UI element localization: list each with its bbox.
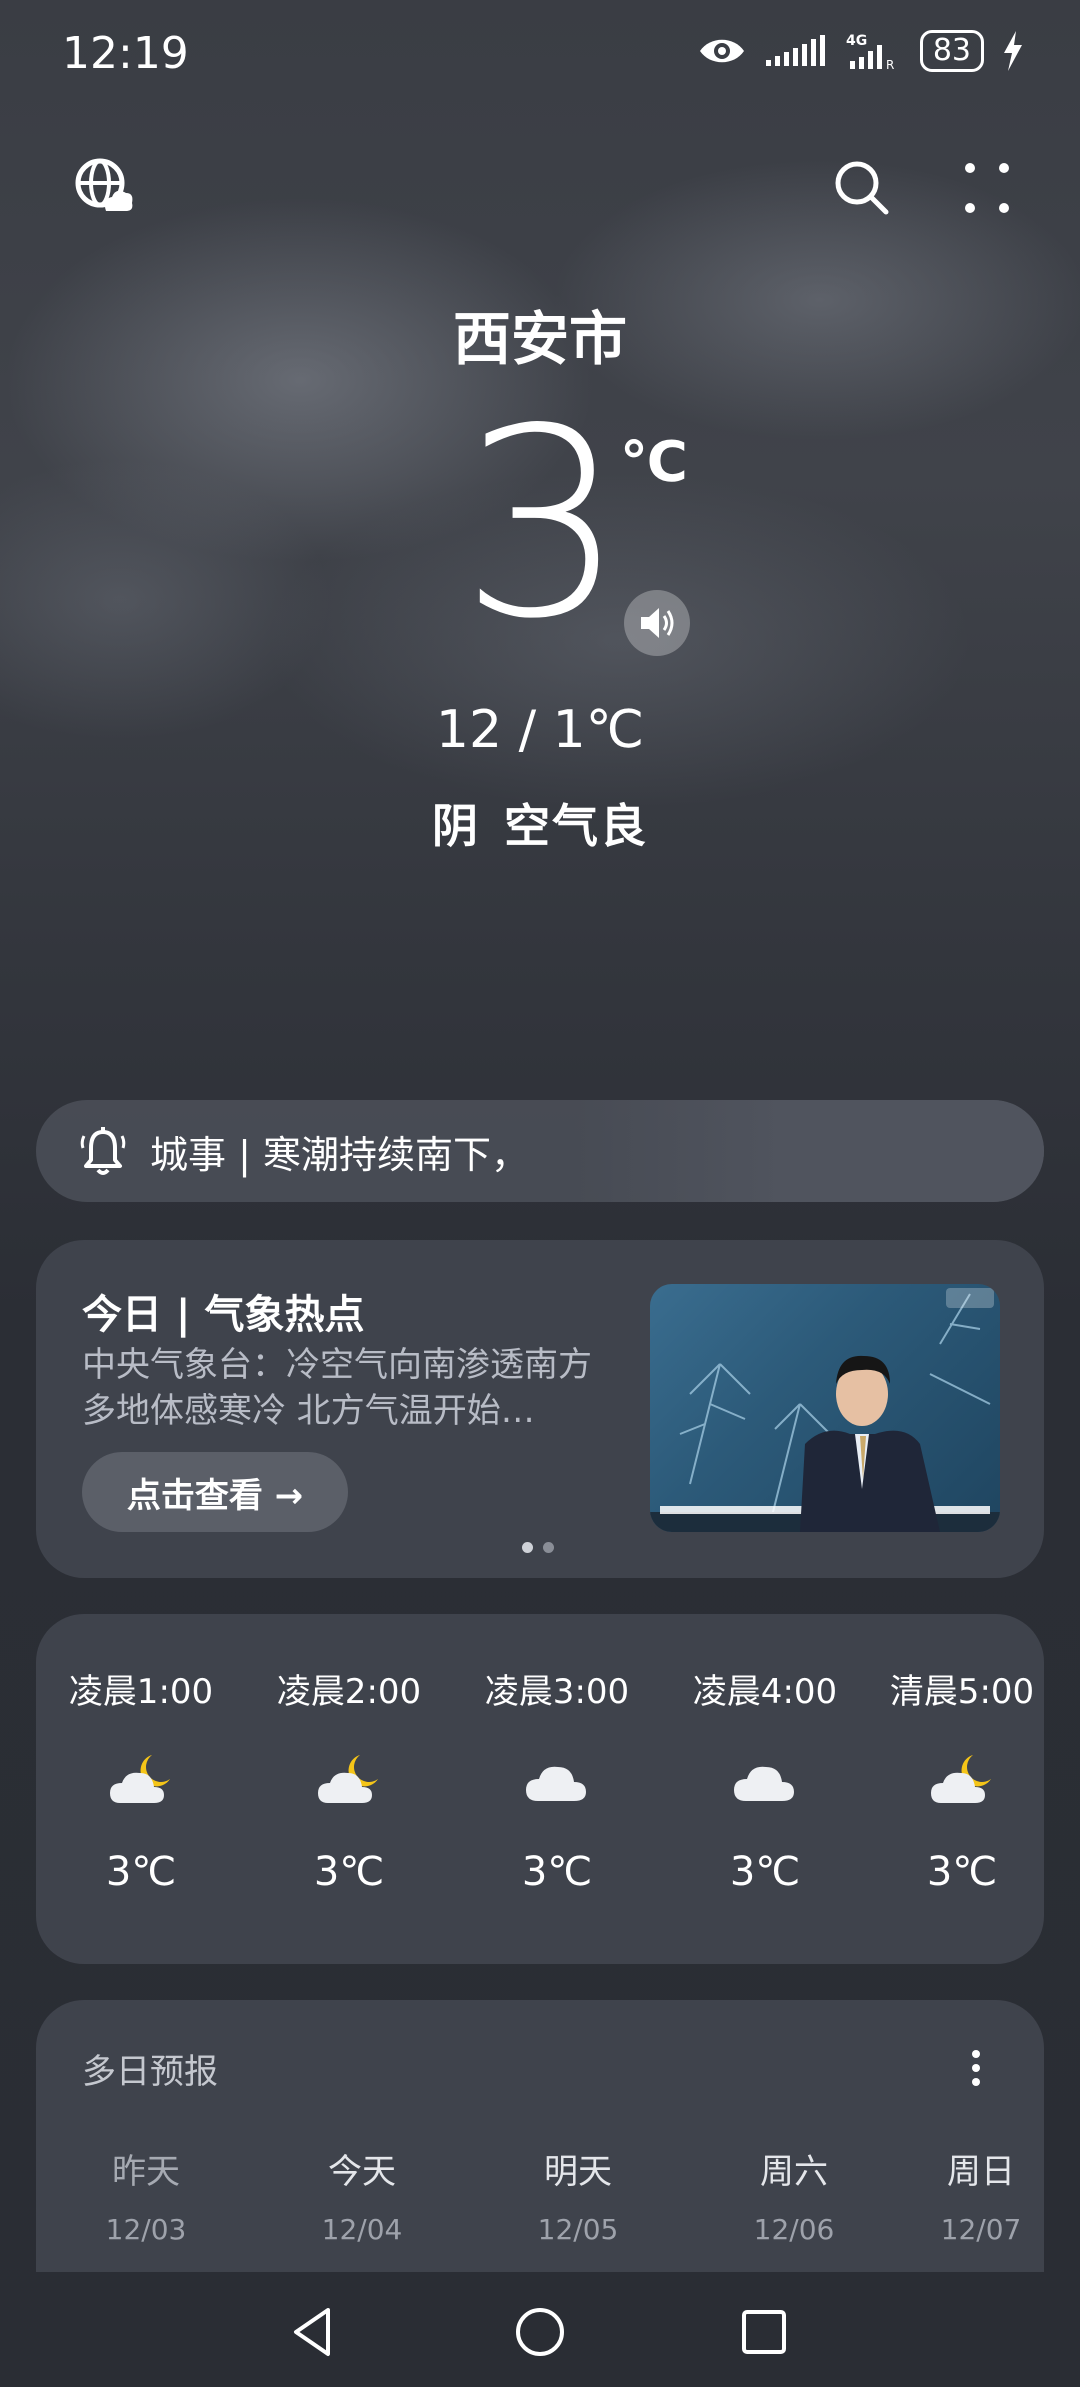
daily-item[interactable]: 今天 12/04 xyxy=(272,2144,452,2246)
back-icon[interactable] xyxy=(284,2302,344,2362)
day-date: 12/07 xyxy=(940,2213,1022,2246)
daily-item[interactable]: 明天 12/05 xyxy=(488,2144,668,2246)
hour-time: 凌晨1:00 xyxy=(68,1672,214,1712)
hourly-forecast-card[interactable]: 凌晨1:00 3℃ 凌晨2:00 3℃ 凌晨3:00 3℃ 凌晨4:00 3℃ … xyxy=(36,1614,1044,1964)
day-name: 周六 xyxy=(760,2152,828,2192)
hour-temp: 3℃ xyxy=(521,1849,593,1895)
bell-icon xyxy=(80,1127,126,1175)
status-icons: 4G R 83 xyxy=(698,30,1024,72)
moon-cloud-icon xyxy=(110,1755,170,1803)
hourly-item[interactable]: 凌晨1:00 3℃ xyxy=(46,1664,236,1895)
hour-time: 凌晨4:00 xyxy=(692,1672,838,1712)
charging-bolt-icon xyxy=(1004,31,1022,71)
moon-cloud-icon xyxy=(931,1755,991,1803)
carousel-dot xyxy=(543,1542,554,1553)
carousel-dot-active xyxy=(522,1542,533,1553)
news-description: 中央气象台：冷空气向南渗透南方多地体感寒冷 北方气温开始… xyxy=(82,1345,592,1431)
day-name: 周日 xyxy=(947,2152,1015,2192)
hourly-item[interactable]: 凌晨2:00 3℃ xyxy=(254,1664,444,1895)
current-temperature: 3 xyxy=(460,374,626,676)
hour-temp: 3℃ xyxy=(729,1849,801,1895)
day-date: 12/06 xyxy=(753,2213,835,2246)
hourly-item[interactable]: 清晨5:00 3℃ xyxy=(872,1664,1044,1895)
hour-time: 清晨5:00 xyxy=(889,1672,1035,1712)
speaker-icon xyxy=(641,608,674,638)
temperature-unit: ℃ xyxy=(620,430,688,495)
weather-news-card[interactable]: 今日 | 气象热点 中央气象台：冷空气向南渗透南方多地体感寒冷 北方气温开始… … xyxy=(36,1240,1044,1578)
news-anchor-thumbnail[interactable] xyxy=(650,1284,1000,1532)
status-time: 12:19 xyxy=(62,28,189,79)
day-name: 昨天 xyxy=(112,2152,180,2192)
daily-forecast-title: 多日预报 xyxy=(82,2052,218,2092)
daily-item[interactable]: 周日 12/07 xyxy=(906,2144,1044,2246)
cloud-icon xyxy=(526,1766,586,1801)
more-menu-icon[interactable] xyxy=(962,160,1012,216)
day-date: 12/03 xyxy=(105,2213,187,2246)
city-alert-bar[interactable]: 城事 | 寒潮持续南下， xyxy=(36,1100,1044,1202)
hour-temp: 3℃ xyxy=(926,1849,998,1895)
battery-indicator: 83 xyxy=(919,30,984,72)
system-navigation-bar xyxy=(0,2272,1080,2387)
eye-icon xyxy=(699,39,744,63)
news-video-image xyxy=(650,1288,1000,1532)
cloud-icon xyxy=(734,1766,794,1801)
day-name: 今天 xyxy=(328,2152,396,2192)
air-quality-text: 空气良 xyxy=(504,799,648,853)
hourly-item[interactable]: 凌晨4:00 3℃ xyxy=(670,1664,860,1895)
recents-icon[interactable] xyxy=(734,2302,794,2362)
hour-time: 凌晨2:00 xyxy=(276,1672,422,1712)
hour-temp: 3℃ xyxy=(313,1849,385,1895)
city-name[interactable]: 西安市 xyxy=(0,292,1080,376)
daily-item[interactable]: 周六 12/06 xyxy=(704,2144,884,2246)
moon-cloud-icon xyxy=(318,1755,378,1803)
condition-text: 阴 xyxy=(432,799,480,853)
search-icon[interactable] xyxy=(832,158,890,216)
vertical-more-icon[interactable] xyxy=(968,2048,984,2088)
voice-broadcast-button[interactable] xyxy=(624,590,690,656)
signal-icon xyxy=(765,35,825,66)
hour-temp: 3℃ xyxy=(105,1849,177,1895)
news-title: 今日 | 气象热点 xyxy=(82,1292,365,1338)
svg-text:R: R xyxy=(886,58,894,71)
day-date: 12/04 xyxy=(321,2213,403,2246)
globe-cloud-icon[interactable] xyxy=(72,155,134,217)
home-icon[interactable] xyxy=(510,2302,570,2362)
status-bar: 12:19 4G R 83 xyxy=(0,0,1080,110)
day-name: 明天 xyxy=(544,2152,612,2192)
day-date: 12/05 xyxy=(537,2213,619,2246)
hourly-item[interactable]: 凌晨3:00 3℃ xyxy=(462,1664,652,1895)
alert-text: 城事 | 寒潮持续南下， xyxy=(150,1132,529,1177)
daily-item[interactable]: 昨天 12/03 xyxy=(56,2144,236,2246)
carousel-indicator xyxy=(522,1542,554,1553)
temperature-range: 12 / 1℃ xyxy=(435,700,645,760)
signal-4g-icon: 4G R xyxy=(846,33,894,71)
weather-condition[interactable]: 阴空气良 xyxy=(0,790,1080,856)
hour-time: 凌晨3:00 xyxy=(484,1672,630,1712)
svg-text:4G: 4G xyxy=(846,33,867,49)
view-news-button[interactable]: 点击查看 → xyxy=(82,1452,348,1532)
